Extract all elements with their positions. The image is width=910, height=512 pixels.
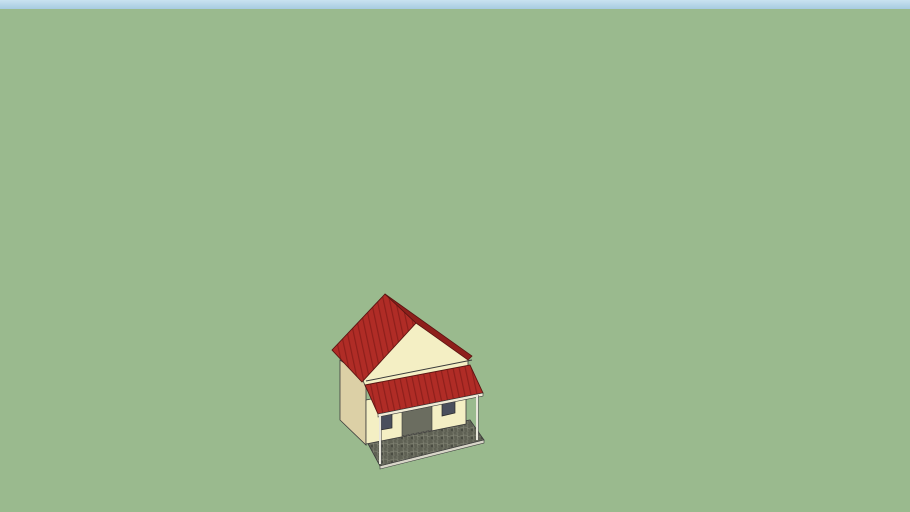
house-model[interactable] bbox=[0, 0, 910, 512]
model-viewport[interactable] bbox=[0, 0, 910, 512]
